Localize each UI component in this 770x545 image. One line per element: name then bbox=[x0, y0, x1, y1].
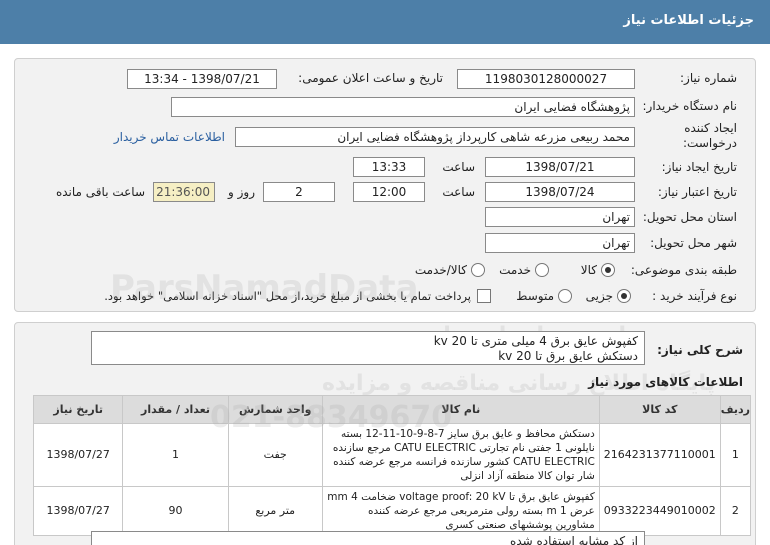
col-unit: واحد شمارش bbox=[227, 395, 323, 424]
item-name: دستکش محافظ و عایق برق سایز 7-8-9-10-11-… bbox=[321, 423, 600, 487]
items-section-title: اطلاعات کالاهای مورد نیاز bbox=[588, 375, 743, 389]
need-details-panel: شماره نیاز: 1198030128000027 تاریخ و ساع… bbox=[14, 58, 756, 312]
create-date-label: تاریخ ایجاد نیاز: bbox=[661, 160, 737, 174]
item-name-line: کفپوش عایق برق تا voltage proof: 20 kV ض… bbox=[327, 491, 595, 503]
process-minor-label: جزیی bbox=[585, 289, 613, 303]
row-number: 1 bbox=[719, 423, 752, 487]
category-service-radio[interactable] bbox=[535, 263, 549, 277]
need-number-field: 1198030128000027 bbox=[457, 69, 635, 89]
days-label: روز و bbox=[228, 185, 255, 199]
footer-note-field: از کد مشابه استفاده شده bbox=[91, 531, 645, 545]
category-goods-label: کالا bbox=[580, 263, 597, 277]
category-service-label: خدمت bbox=[499, 263, 531, 277]
treasury-payment-checkbox[interactable] bbox=[477, 289, 491, 303]
create-date-field: 1398/07/21 bbox=[485, 157, 635, 177]
col-name: نام کالا bbox=[321, 395, 600, 424]
item-name-line: شار توان کالا منطقه آزاد انزلی bbox=[460, 470, 595, 482]
summary-line-1: کفپوش عایق برق 4 میلی متری تا 20 kv bbox=[433, 334, 638, 348]
page-title: جزئیات اطلاعات نیاز bbox=[623, 13, 754, 28]
creator-label-2: درخواست: bbox=[683, 136, 737, 150]
page-header: جزئیات اطلاعات نیاز bbox=[0, 0, 770, 44]
need-number-label: شماره نیاز: bbox=[680, 71, 737, 85]
summary-field: کفپوش عایق برق 4 میلی متری تا 20 kv دستک… bbox=[91, 331, 645, 365]
province-label: استان محل تحویل: bbox=[642, 210, 737, 224]
item-date: 1398/07/27 bbox=[32, 486, 124, 536]
announce-label: تاریخ و ساعت اعلان عمومی: bbox=[298, 71, 443, 85]
remaining-time-field: 21:36:00 bbox=[153, 182, 215, 202]
process-medium-label: متوسط bbox=[516, 289, 554, 303]
item-unit: متر مربع bbox=[227, 486, 323, 536]
validity-label: تاریخ اعتبار نیاز: bbox=[657, 185, 737, 199]
validity-date-field: 1398/07/24 bbox=[485, 182, 635, 202]
col-date: تاریخ نیاز bbox=[32, 395, 124, 424]
create-time-label: ساعت bbox=[442, 160, 475, 174]
col-row: ردیف bbox=[719, 395, 752, 424]
items-panel: پارس نماد داده ها پایگاه اطلاع رسانی منا… bbox=[14, 322, 756, 545]
buyer-label: نام دستگاه خریدار: bbox=[642, 99, 738, 113]
items-table-header: ردیف کد کالا نام کالا واحد شمارش تعداد /… bbox=[32, 395, 752, 424]
item-date: 1398/07/27 bbox=[32, 423, 124, 487]
process-minor-radio[interactable] bbox=[617, 289, 631, 303]
items-table: ردیف کد کالا نام کالا واحد شمارش تعداد /… bbox=[32, 395, 752, 536]
item-code: 2164231377110001 bbox=[598, 423, 721, 487]
item-code: 0933223449010002 bbox=[598, 486, 721, 536]
table-row: 1 2164231377110001 دستکش محافظ و عایق بر… bbox=[32, 423, 752, 487]
category-goods-service-radio[interactable] bbox=[471, 263, 485, 277]
item-name-line: دستکش محافظ و عایق برق سایز 7-8-9-10-11-… bbox=[340, 428, 595, 440]
validity-time-label: ساعت bbox=[442, 185, 475, 199]
city-label: شهر محل تحویل: bbox=[650, 236, 737, 250]
item-qty: 90 bbox=[122, 486, 229, 536]
creator-label-1: ایجاد کننده bbox=[684, 121, 737, 135]
table-row: 2 0933223449010002 کفپوش عایق برق تا vol… bbox=[32, 486, 752, 536]
item-name-line: مشاورین پوششهای صنعتی کسری bbox=[445, 519, 595, 531]
announce-field: 1398/07/21 - 13:34 bbox=[127, 69, 277, 89]
row-number: 2 bbox=[719, 486, 752, 536]
validity-time-field: 12:00 bbox=[353, 182, 425, 202]
province-field: تهران bbox=[485, 207, 635, 227]
item-unit: جفت bbox=[227, 423, 323, 487]
item-name-line: CATU ELECTRIC کشور سازنده فرانسه مرجع عر… bbox=[333, 456, 595, 468]
item-name: کفپوش عایق برق تا voltage proof: 20 kV ض… bbox=[321, 486, 600, 536]
col-code: کد کالا bbox=[598, 395, 721, 424]
buyer-field: پژوهشگاه فضایی ایران bbox=[171, 97, 635, 117]
contact-info-link[interactable]: اطلاعات تماس خریدار bbox=[114, 130, 225, 144]
remaining-label: ساعت باقی مانده bbox=[55, 185, 145, 199]
category-label: طبقه بندی موضوعی: bbox=[630, 263, 737, 277]
process-medium-radio[interactable] bbox=[558, 289, 572, 303]
treasury-payment-text: پرداخت تمام یا بخشی از مبلغ خرید،از محل … bbox=[104, 289, 471, 303]
item-name-line: عرض 1 m بسته رولی مترمربعی مرجع عرضه کنن… bbox=[368, 505, 595, 517]
col-qty: تعداد / مقدار bbox=[122, 395, 229, 424]
category-goods-radio[interactable] bbox=[601, 263, 615, 277]
remaining-days-field: 2 bbox=[263, 182, 335, 202]
create-time-field: 13:33 bbox=[353, 157, 425, 177]
process-label: نوع فرآیند خرید : bbox=[652, 289, 737, 303]
item-name-line: نایلونی 1 جفتی نام تجارتی CATU ELECTRIC … bbox=[332, 442, 595, 454]
summary-line-2: دستکش عایق برق تا 20 kv bbox=[498, 349, 638, 363]
city-field: تهران bbox=[485, 233, 635, 253]
creator-field: محمد ربیعی مزرعه شاهی کارپرداز پژوهشگاه … bbox=[235, 127, 635, 147]
category-goods-service-label: کالا/خدمت bbox=[414, 263, 467, 277]
summary-label: شرح کلی نیاز: bbox=[657, 343, 743, 357]
item-qty: 1 bbox=[122, 423, 229, 487]
